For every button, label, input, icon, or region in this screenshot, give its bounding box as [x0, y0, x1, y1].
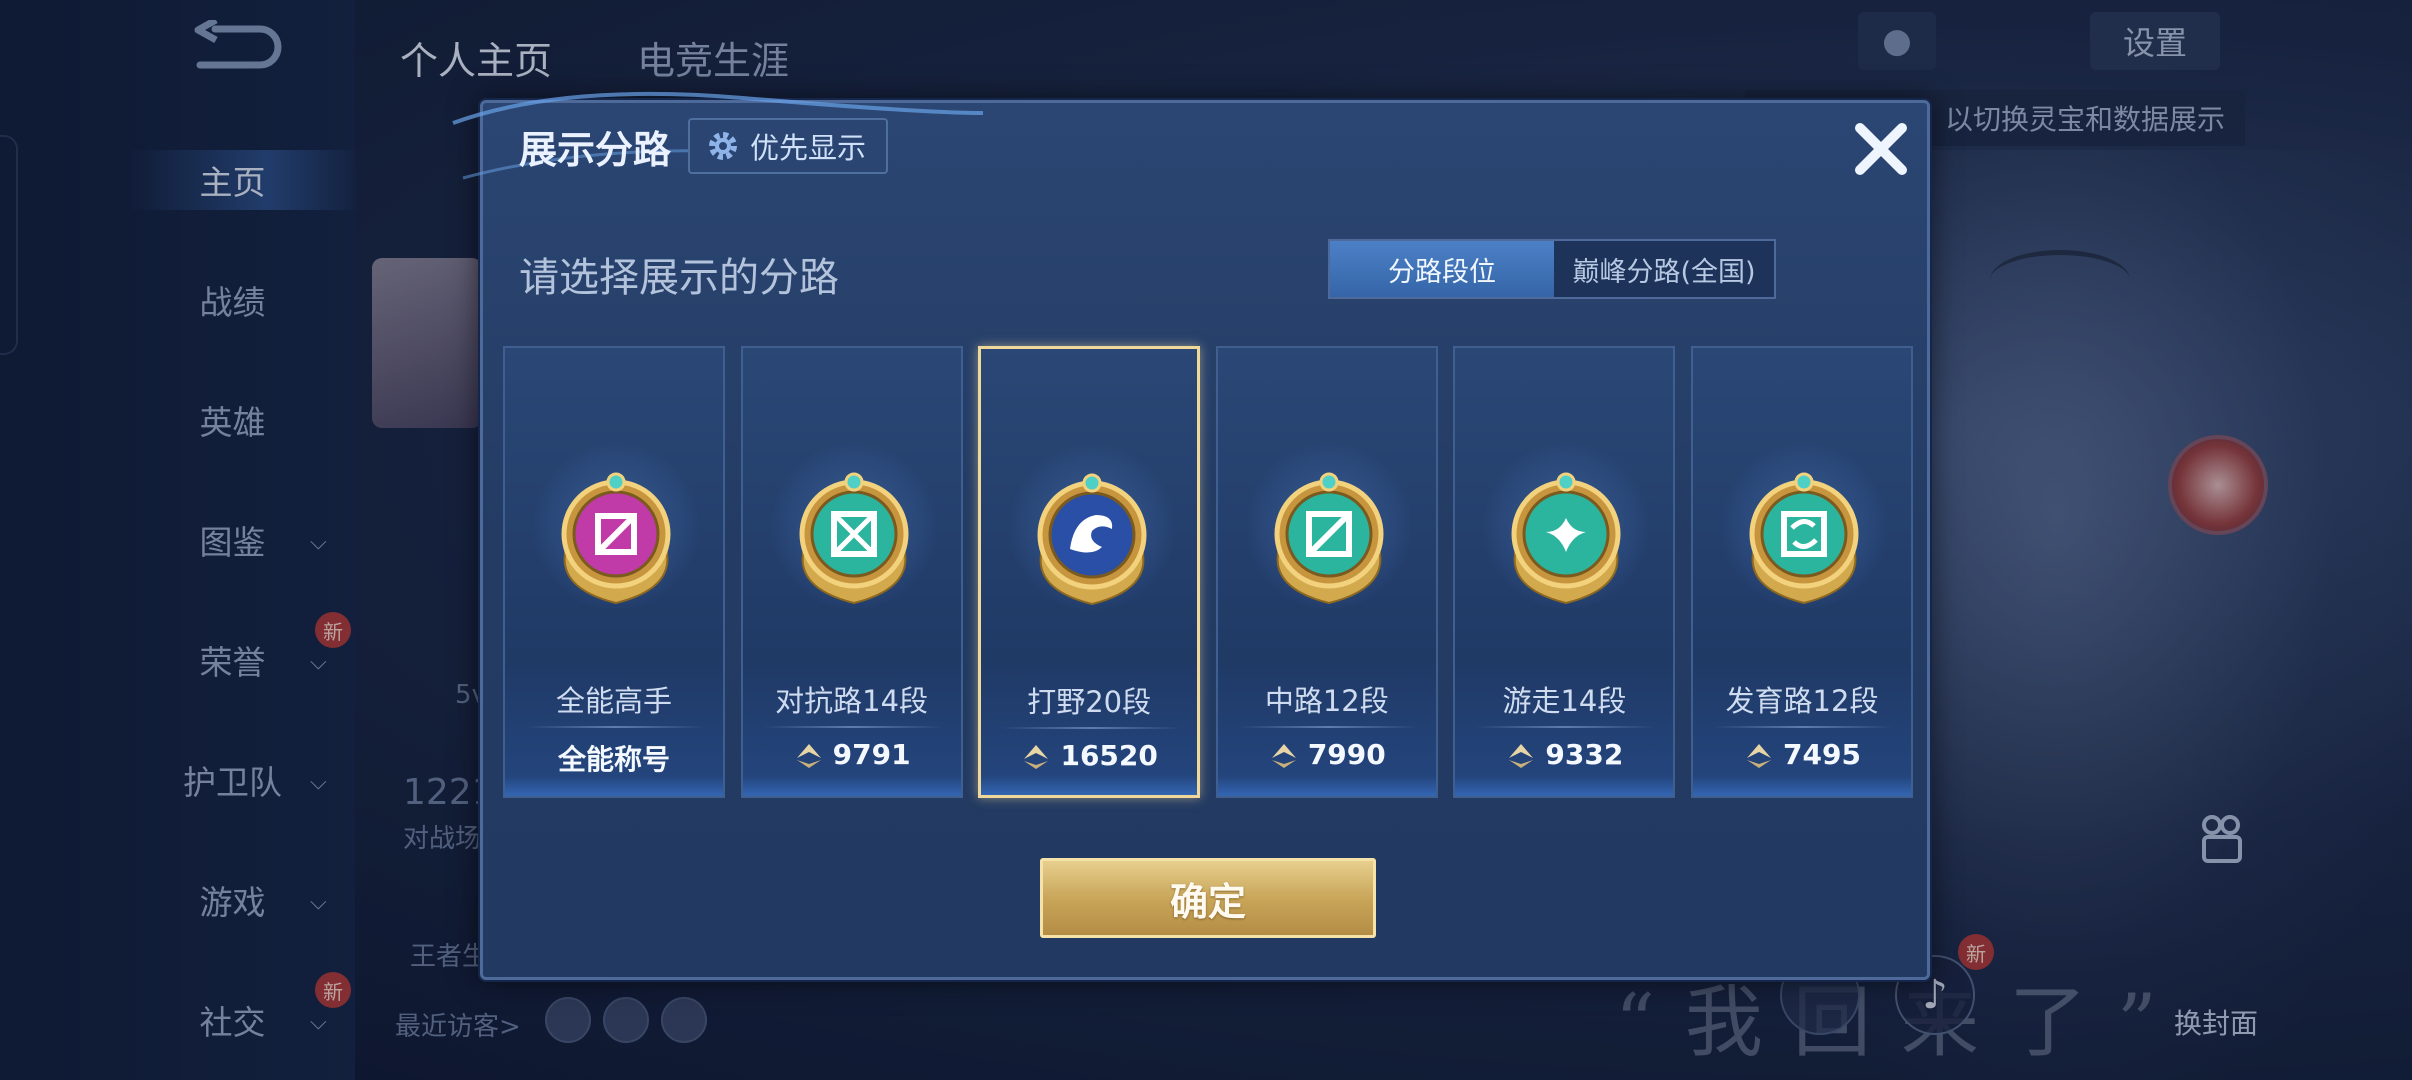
priority-display-button[interactable]: 优先显示: [688, 118, 888, 174]
lane-card-glow: [742, 776, 961, 796]
roam-emblem-icon: [1496, 458, 1636, 608]
modal-title: 展示分路: [519, 128, 672, 172]
lane-card-glow: [1455, 776, 1674, 796]
lane-card-divider: [1713, 726, 1893, 728]
lane-card-score: 9332: [1455, 738, 1673, 771]
section-title: 请选择展示的分路: [519, 255, 839, 301]
lane-card-score-value: 16520: [1060, 739, 1158, 772]
priority-display-label: 优先显示: [750, 131, 867, 165]
segment-peak-lane-national[interactable]: 巅峰分路(全国): [1554, 241, 1774, 297]
lane-card-score: 9791: [743, 738, 961, 771]
lane-card-score-value: 7990: [1307, 738, 1386, 771]
lane-display-modal: 展示分路 优先显示 请选择展示的分路 分路段位 巅峰分路(全国) 全能高手全能称…: [452, 91, 1930, 980]
lane-card-name: 打野20段: [1027, 685, 1152, 719]
jungle-emblem-icon: [1022, 459, 1162, 609]
lane-card-score: 7495: [1693, 738, 1911, 771]
power-score-icon: [1743, 740, 1775, 770]
lane-card-name: 对抗路14段: [775, 684, 929, 718]
farm-lane-emblem-icon: [1734, 458, 1874, 608]
clash-lane-emblem-icon: [784, 458, 924, 608]
segment-lane-rank[interactable]: 分路段位: [1330, 241, 1554, 297]
confirm-button[interactable]: 确定: [1040, 858, 1376, 938]
lane-card-glow: [1217, 776, 1436, 796]
lane-card[interactable]: 发育路12段 7495: [1691, 346, 1913, 798]
lane-card-name: 发育路12段: [1725, 684, 1879, 718]
lane-card-name: 全能高手: [555, 684, 672, 718]
power-score-icon: [1268, 740, 1300, 770]
lane-card[interactable]: 打野20段 16520: [978, 346, 1201, 798]
power-score-icon: [1020, 741, 1052, 771]
power-score-icon: [1505, 740, 1537, 770]
lane-card[interactable]: 中路12段 7990: [1215, 346, 1438, 798]
gear-icon: [709, 132, 737, 160]
close-icon: [1855, 123, 1907, 175]
lane-card-list: 全能高手 全能称号 对抗路14段 9791 打野20段 16520 中路12段 7990 游走1…: [503, 346, 1913, 798]
power-score-icon: [793, 740, 825, 770]
lane-card-score-value: 全能称号: [557, 743, 670, 776]
lane-card-score-value: 7495: [1783, 738, 1861, 771]
lane-card-divider: [1475, 726, 1656, 728]
lane-card-score-value: 9791: [832, 738, 911, 771]
lane-card-glow: [981, 775, 1198, 795]
lane-card-score: 16520: [981, 739, 1197, 772]
lane-card-divider: [1237, 726, 1418, 728]
lane-card-glow: [1693, 776, 1911, 796]
lane-card-glow: [505, 776, 723, 796]
lane-card[interactable]: 对抗路14段 9791: [740, 346, 963, 798]
lane-card-score: 7990: [1218, 738, 1436, 771]
lane-card-score-value: 9332: [1545, 738, 1624, 771]
lane-card-divider: [525, 726, 705, 728]
lane-card-divider: [1001, 727, 1182, 729]
lane-card-divider: [762, 726, 943, 728]
lane-card[interactable]: 全能高手 全能称号: [503, 346, 725, 798]
lane-card-score: 全能称号: [505, 738, 723, 778]
mid-lane-emblem-icon: [1259, 458, 1399, 608]
lane-card-name: 游走14段: [1502, 684, 1627, 718]
all-round-emblem-icon: [546, 458, 686, 608]
lane-mode-segmented-control: 分路段位 巅峰分路(全国): [1328, 239, 1776, 299]
close-button[interactable]: [1841, 109, 1921, 189]
lane-card[interactable]: 游走14段 9332: [1453, 346, 1676, 798]
lane-card-name: 中路12段: [1264, 684, 1389, 718]
